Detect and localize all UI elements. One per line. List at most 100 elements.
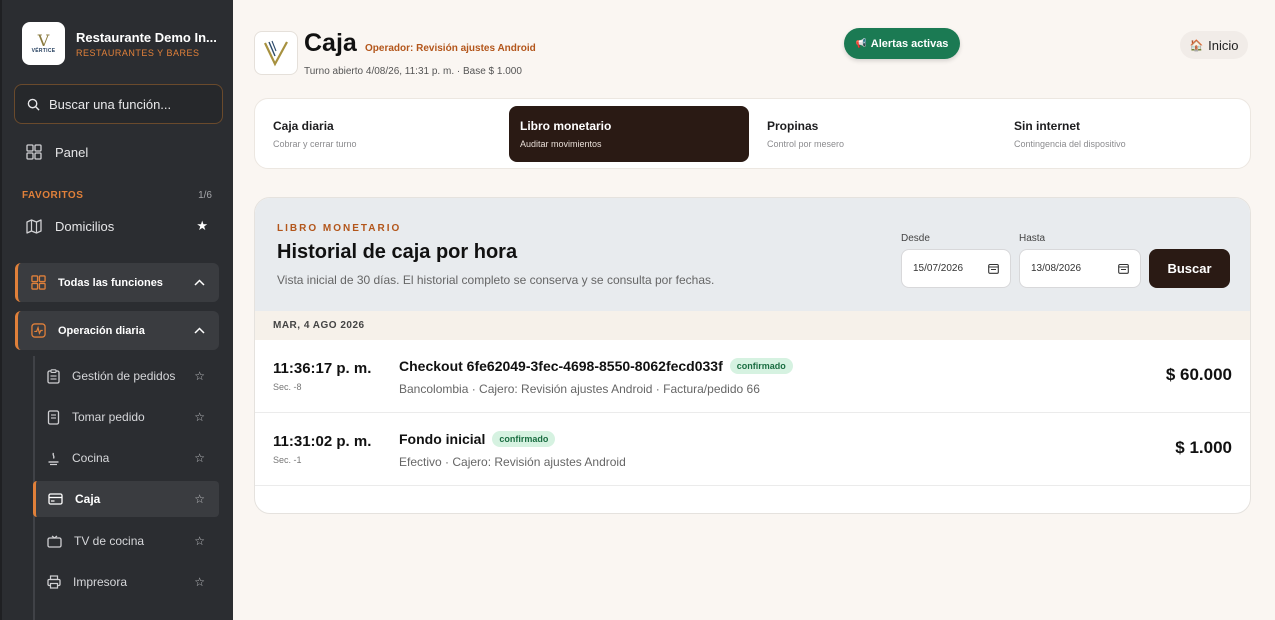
sidebar-item-label: Tomar pedido [72,410,145,424]
star-outline-icon[interactable]: ☆ [194,410,205,424]
page-title: Caja [304,29,357,57]
entry-title-line: Checkout 6fe62049-3fec-4698-8550-8062fec… [399,358,793,374]
favorites-header: FAVORITOS 1/6 [22,190,212,201]
shift-status: Turno abierto 4/08/26, 11:31 p. m. · Bas… [304,66,522,77]
tab-sublabel: Contingencia del dispositivo [1014,139,1126,149]
activity-icon [31,323,46,338]
cooking-icon [48,452,59,465]
from-date-label: Desde [901,233,930,244]
chevron-up-icon [194,327,205,334]
tab-label: Libro monetario [520,119,612,133]
chevron-up-icon [194,279,205,286]
tab-caja-diaria[interactable]: Caja diaria Cobrar y cerrar turno [262,106,502,162]
sidebar-item-tomar-pedido[interactable]: Tomar pedido ☆ [35,399,219,435]
group-label: Operación diaria [58,324,145,337]
sidebar: V VÉRTICE Restaurante Demo In... RESTAUR… [0,0,233,620]
tab-propinas[interactable]: Propinas Control por mesero [756,106,996,162]
entry-title-line: Fondo inicial confirmado [399,431,556,447]
star-outline-icon[interactable]: ☆ [194,492,205,506]
clipboard-icon [47,368,60,384]
sidebar-item-label: Caja [75,492,101,506]
function-search-input[interactable]: Buscar una función... [14,84,223,124]
star-outline-icon[interactable]: ☆ [194,575,205,589]
search-button[interactable]: Buscar [1149,249,1230,288]
star-outline-icon[interactable]: ☆ [194,534,205,548]
sidebar-item-label: Gestión de pedidos [72,369,176,383]
sidebar-item-label: Cocina [72,451,110,465]
ledger-title: Historial de caja por hora [277,241,518,263]
tab-sublabel: Auditar movimientos [520,139,602,149]
app-logo [254,31,298,75]
entry-amount: $ 1.000 [1175,438,1232,457]
sidebar-item-label: Panel [55,144,89,160]
sidebar-item-impresora[interactable]: Impresora ☆ [35,564,219,600]
entry-sequence: Sec. -1 [273,455,302,465]
day-group-header: MAR, 4 AGO 2026 [255,311,1250,340]
map-icon [26,218,42,234]
alerts-button[interactable]: 📢 Alertas activas [844,28,960,59]
entry-title: Fondo inicial [399,431,486,447]
alerts-label: Alertas activas [870,37,949,50]
sidebar-item-cocina[interactable]: Cocina ☆ [35,440,219,476]
to-date-input[interactable]: 13/08/2026 [1019,249,1141,288]
entry-detail: Bancolombia · Cajero: Revisión ajustes A… [399,382,760,396]
sidebar-item-label: TV de cocina [74,534,145,548]
calendar-icon[interactable] [1118,263,1129,274]
tab-sublabel: Control por mesero [767,139,845,149]
tv-icon [47,535,62,548]
from-date-value: 15/07/2026 [913,263,964,274]
star-outline-icon[interactable]: ☆ [194,451,205,465]
ledger-eyebrow: LIBRO MONETARIO [277,223,402,234]
tab-sin-internet[interactable]: Sin internet Contingencia del dispositiv… [1003,106,1243,162]
search-placeholder: Buscar una función... [49,96,172,112]
group-todas-las-funciones[interactable]: Todas las funciones [15,263,219,302]
to-date-label: Hasta [1019,233,1046,244]
favorite-label: Domicilios [55,218,115,234]
ledger-header: LIBRO MONETARIO Historial de caja por ho… [255,198,1250,311]
tab-label: Sin internet [1014,119,1081,133]
brand-logo: V VÉRTICE [22,22,65,65]
grid-icon [31,275,46,290]
ledger-entry[interactable]: 11:36:17 p. m. Sec. -8 Checkout 6fe62049… [255,340,1250,413]
star-outline-icon[interactable]: ☆ [194,369,205,383]
status-badge: confirmado [729,358,793,374]
favorites-count: 1/6 [198,190,212,201]
entry-time: 11:36:17 p. m. [273,360,372,377]
ledger-entry[interactable]: 11:31:02 p. m. Sec. -1 Fondo inicial con… [255,413,1250,486]
megaphone-icon: 📢 [855,38,867,48]
sidebar-item-tv-de-cocina[interactable]: TV de cocina ☆ [35,523,219,559]
brand-v-logo-icon [264,40,288,67]
brand[interactable]: V VÉRTICE Restaurante Demo In... RESTAUR… [22,22,217,65]
home-label: Inicio [1208,37,1239,53]
brand-subtitle: RESTAURANTES Y BARES [76,47,200,58]
entry-amount: $ 60.000 [1165,365,1232,384]
home-button[interactable]: 🏠 Inicio [1180,31,1248,59]
tab-sublabel: Cobrar y cerrar turno [273,139,357,149]
house-icon: 🏠 [1189,39,1204,52]
from-date-input[interactable]: 15/07/2026 [901,249,1011,288]
sidebar-item-panel[interactable]: Panel [26,144,88,160]
section-tabs: Caja diaria Cobrar y cerrar turno Libro … [254,98,1251,169]
entry-detail: Efectivo · Cajero: Revisión ajustes Andr… [399,455,626,469]
group-label: Todas las funciones [58,276,163,289]
sidebar-item-label: Impresora [73,575,128,589]
status-badge: confirmado [492,431,556,447]
group-operacion-diaria[interactable]: Operación diaria [15,311,219,350]
notepad-icon [47,409,60,425]
ledger-card: LIBRO MONETARIO Historial de caja por ho… [254,197,1251,514]
favorite-item-domicilios[interactable]: Domicilios ★ [26,218,208,234]
entry-sequence: Sec. -8 [273,382,302,392]
tab-label: Caja diaria [273,119,334,133]
dashboard-icon [26,144,42,160]
tab-libro-monetario[interactable]: Libro monetario Auditar movimientos [509,106,749,162]
operator-label: Operador: Revisión ajustes Android [365,43,536,54]
calendar-icon[interactable] [988,263,999,274]
sidebar-item-caja[interactable]: Caja ☆ [33,481,219,517]
search-icon [27,98,40,111]
entry-time: 11:31:02 p. m. [273,433,372,450]
sidebar-item-gestion-de-pedidos[interactable]: Gestión de pedidos ☆ [35,358,219,394]
ledger-subtitle: Vista inicial de 30 días. El historial c… [277,273,715,287]
favorites-title: FAVORITOS [22,190,84,201]
star-filled-icon[interactable]: ★ [196,218,208,234]
printer-icon [47,575,61,589]
